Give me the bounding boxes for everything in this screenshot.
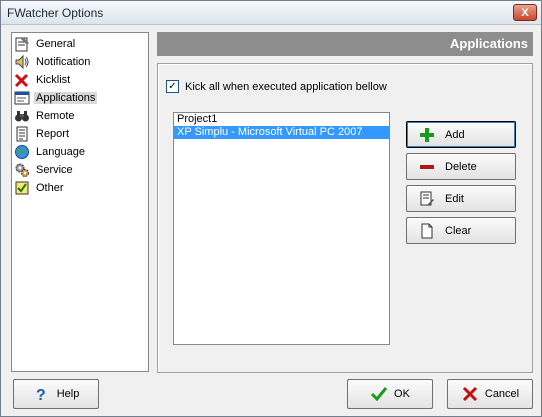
nav-item-label: Service: [36, 164, 73, 176]
minus-icon: [419, 159, 435, 175]
notepad-icon: [14, 36, 30, 52]
kick-all-checkbox[interactable]: ✓: [166, 80, 179, 93]
edit-document-icon: [419, 191, 435, 207]
clear-button-label: Clear: [445, 224, 472, 237]
nav-item-label: Remote: [36, 110, 75, 122]
gears-icon: [14, 162, 30, 178]
nav-item-label: Report: [36, 128, 70, 140]
cancel-button[interactable]: Cancel: [447, 379, 533, 409]
help-button-label: Help: [56, 388, 80, 400]
window-icon: [14, 90, 30, 106]
plus-icon: [419, 127, 435, 143]
nav-item-label: Kicklist: [36, 74, 71, 86]
cancel-button-label: Cancel: [484, 388, 520, 400]
window-title: FWatcher Options: [7, 6, 104, 20]
add-button-label: Add: [445, 128, 465, 141]
edit-button-label: Edit: [445, 192, 464, 205]
kick-all-label: Kick all when executed application bello…: [185, 80, 387, 93]
document-icon: [14, 126, 30, 142]
nav-item-label: Notification: [36, 56, 91, 68]
checkbox-icon: [14, 180, 30, 196]
options-nav-list: General Notification Kicklist Applicatio…: [11, 32, 149, 372]
section-title: Applications: [449, 36, 528, 51]
title-bar[interactable]: FWatcher Options X: [1, 1, 541, 25]
nav-item-service[interactable]: Service: [14, 161, 146, 179]
application-listbox[interactable]: Project1 XP Simplu - Microsoft Virtual P…: [173, 112, 390, 345]
svg-text:?: ?: [36, 387, 46, 403]
globe-icon: [14, 144, 30, 160]
nav-item-remote[interactable]: Remote: [14, 107, 146, 125]
close-icon: X: [521, 6, 529, 19]
nav-item-kicklist[interactable]: Kicklist: [14, 71, 146, 89]
help-icon: ?: [33, 385, 51, 403]
edit-button[interactable]: Edit: [406, 185, 516, 212]
list-item[interactable]: Project1: [174, 113, 389, 126]
speaker-icon: [14, 54, 30, 70]
ok-button-label: OK: [394, 388, 410, 400]
delete-button[interactable]: Delete: [406, 153, 516, 180]
ok-button[interactable]: OK: [347, 379, 433, 409]
clear-button[interactable]: Clear: [406, 217, 516, 244]
red-x-icon: [14, 72, 30, 88]
nav-item-label: Applications: [34, 92, 98, 104]
binoculars-icon: [14, 108, 30, 124]
nav-item-report[interactable]: Report: [14, 125, 146, 143]
nav-item-label: General: [36, 38, 76, 50]
section-header: Applications: [157, 32, 533, 56]
applications-panel: ✓ Kick all when executed application bel…: [157, 63, 533, 373]
nav-item-general[interactable]: General: [14, 35, 146, 53]
delete-button-label: Delete: [445, 160, 477, 173]
nav-item-language[interactable]: Language: [14, 143, 146, 161]
nav-item-other[interactable]: Other: [14, 179, 146, 197]
blank-page-icon: [419, 223, 435, 239]
cancel-x-icon: [461, 385, 479, 403]
nav-item-label: Other: [36, 182, 64, 194]
close-button[interactable]: X: [513, 4, 537, 21]
options-window: FWatcher Options X General Notification …: [0, 0, 542, 417]
nav-item-applications[interactable]: Applications: [14, 89, 146, 107]
nav-item-notification[interactable]: Notification: [14, 53, 146, 71]
list-item[interactable]: XP Simplu - Microsoft Virtual PC 2007: [174, 126, 389, 139]
nav-item-label: Language: [36, 146, 85, 158]
add-button[interactable]: Add: [406, 121, 516, 148]
kick-all-option[interactable]: ✓ Kick all when executed application bel…: [166, 80, 387, 93]
checkmark-icon: [370, 385, 388, 403]
help-button[interactable]: ? Help: [13, 379, 99, 409]
